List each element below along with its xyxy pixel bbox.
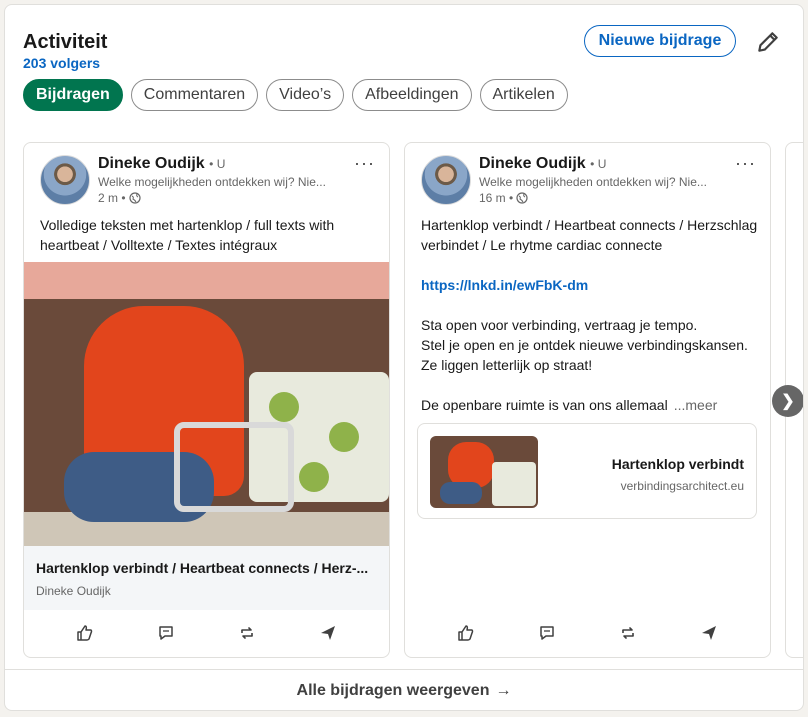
post-text: Volledige teksten met hartenklop / full … — [40, 217, 335, 253]
author-meta: Dineke Oudijk • U Welke mogelijkheden on… — [98, 155, 326, 205]
tab-afbeeldingen[interactable]: Afbeeldingen — [352, 79, 472, 111]
post-text-line — [421, 375, 761, 395]
article-author: Dineke Oudijk — [36, 584, 111, 598]
avatar[interactable] — [40, 155, 90, 205]
show-all-label: Alle bijdragen weergeven — [296, 682, 490, 699]
post-time: 2 m • — [98, 191, 326, 205]
post-text-last: De openbare ruimte is van ons allemaal — [421, 397, 668, 413]
post-link[interactable]: https://lnkd.in/ewFbK-dm — [421, 275, 761, 295]
author-meta: Dineke Oudijk • U Welke mogelijkheden on… — [479, 155, 707, 205]
globe-icon — [128, 192, 141, 204]
post-time-text: 16 m • — [479, 191, 514, 205]
section-title: Activiteit — [23, 31, 108, 53]
send-icon[interactable] — [319, 624, 337, 642]
show-all-posts-link[interactable]: Alle bijdragen weergeven → — [5, 670, 803, 710]
like-icon[interactable] — [76, 624, 94, 642]
post-author[interactable]: Dineke Oudijk • U Welke mogelijkheden on… — [421, 155, 707, 205]
carousel-next-button[interactable]: ❯ — [772, 385, 803, 417]
post-text-line: Ze liggen letterlijk op straat! — [421, 357, 593, 373]
more-options-icon[interactable]: ··· — [735, 153, 756, 174]
connection-degree: • U — [209, 157, 226, 171]
globe-icon — [516, 192, 528, 204]
post-text: Hartenklop verbindt / Heartbeat connects… — [421, 215, 761, 415]
post-text-line — [421, 255, 761, 275]
link-preview-domain: verbindingsarchitect.eu — [620, 479, 744, 493]
repost-icon[interactable] — [238, 624, 256, 642]
post-actions — [405, 609, 770, 657]
author-name-row: Dineke Oudijk • U — [479, 155, 707, 173]
link-preview-thumbnail — [430, 436, 538, 508]
followers-link[interactable]: 203 volgers — [23, 55, 100, 71]
send-icon[interactable] — [700, 624, 718, 642]
tab-artikelen[interactable]: Artikelen — [479, 79, 568, 111]
pencil-icon[interactable] — [755, 29, 781, 55]
more-options-icon[interactable]: ··· — [354, 153, 375, 174]
post-text-line: Hartenklop verbindt / Heartbeat connects… — [421, 217, 758, 253]
connection-degree: • U — [590, 157, 607, 171]
post-text-line: De openbare ruimte is van ons allemaal..… — [421, 395, 761, 415]
post-card[interactable]: Dineke Oudijk • U Welke mogelijkheden on… — [23, 142, 390, 658]
see-more-link[interactable]: ...meer — [674, 397, 718, 413]
post-text-line — [421, 295, 761, 315]
arrow-right-icon: → — [495, 682, 512, 699]
author-headline: Welke mogelijkheden ontdekken wij? Nie..… — [479, 175, 707, 189]
filter-tabs: Bijdragen Commentaren Video’s Afbeelding… — [23, 79, 568, 111]
post-text-line: Stel je open en je ontdek nieuwe verbind… — [421, 337, 748, 353]
repost-icon[interactable] — [619, 624, 637, 642]
author-name[interactable]: Dineke Oudijk — [98, 155, 205, 172]
like-icon[interactable] — [457, 624, 475, 642]
comment-icon[interactable] — [538, 624, 556, 642]
article-link-card[interactable]: Hartenklop verbindt / Heartbeat connects… — [24, 546, 389, 610]
post-text-line: Sta open voor verbinding, vertraag je te… — [421, 317, 698, 333]
comment-icon[interactable] — [157, 624, 175, 642]
post-author[interactable]: Dineke Oudijk • U Welke mogelijkheden on… — [40, 155, 326, 205]
post-time: 16 m • — [479, 191, 707, 205]
link-preview-title: Hartenklop verbindt — [611, 456, 744, 472]
post-card[interactable]: Dineke Oudijk • U Welke mogelijkheden on… — [404, 142, 771, 658]
tab-commentaren[interactable]: Commentaren — [130, 79, 259, 111]
activity-section: Activiteit 203 volgers Nieuwe bijdrage B… — [4, 4, 804, 711]
post-actions — [24, 609, 389, 657]
tab-bijdragen[interactable]: Bijdragen — [23, 79, 123, 111]
link-preview-card[interactable]: Hartenklop verbindt verbindingsarchitect… — [417, 423, 757, 519]
author-headline: Welke mogelijkheden ontdekken wij? Nie..… — [98, 175, 326, 189]
author-name-row: Dineke Oudijk • U — [98, 155, 326, 173]
post-image[interactable] — [24, 262, 389, 546]
post-time-text: 2 m • — [98, 191, 126, 205]
avatar[interactable] — [421, 155, 471, 205]
author-name[interactable]: Dineke Oudijk — [479, 155, 586, 172]
new-post-button[interactable]: Nieuwe bijdrage — [584, 25, 736, 57]
tab-videos[interactable]: Video’s — [266, 79, 345, 111]
article-title[interactable]: Hartenklop verbindt / Heartbeat connects… — [36, 560, 368, 576]
